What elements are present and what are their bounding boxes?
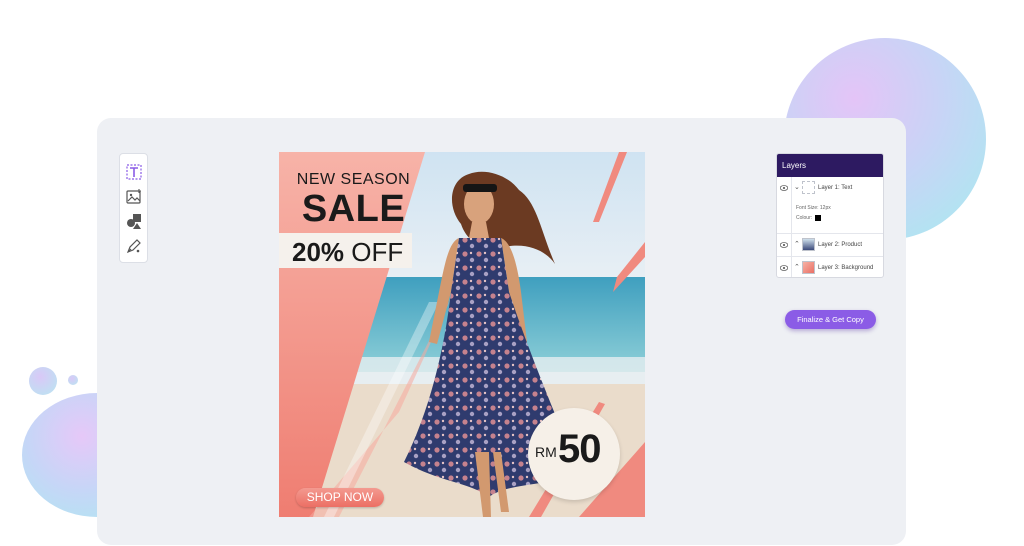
layer-row[interactable]: ⌄ Layer 1: Text Font Size: 12px Colour: [777, 177, 883, 234]
ad-design-canvas[interactable]: NEW SEASON SALE 20% OFF RM 50 SHOP NOW [279, 152, 645, 517]
ad-subtitle: NEW SEASON [296, 171, 411, 188]
discount-value: 20% [292, 237, 345, 267]
eye-icon[interactable] [780, 265, 788, 271]
layers-panel: Layers ⌄ Layer 1: Text Font Size: 12px C… [776, 153, 884, 278]
tool-bar [119, 153, 148, 263]
chevron-up-icon[interactable]: ⌃ [794, 240, 800, 248]
layers-panel-title: Layers [777, 154, 883, 177]
row-divider [791, 234, 792, 257]
layer-label: Layer 2: Product [818, 242, 863, 248]
colour-swatch[interactable] [815, 215, 821, 221]
shapes-tool-icon[interactable] [125, 212, 143, 230]
price-currency: RM [535, 444, 557, 460]
pen-tool-icon[interactable] [125, 237, 143, 255]
row-divider [791, 257, 792, 277]
colour-property: Colour: [796, 215, 813, 221]
row-divider [791, 177, 792, 234]
finalize-button[interactable]: Finalize & Get Copy [785, 310, 876, 329]
layer-label: Layer 1: Text [818, 185, 853, 191]
ad-headline: SALE [301, 188, 406, 230]
discount-word: OFF [351, 237, 404, 267]
chevron-down-icon[interactable]: ⌄ [794, 183, 800, 191]
image-tool-icon[interactable] [125, 188, 143, 206]
discount-text: 20% OFF [292, 237, 403, 268]
text-layer-thumbnail [802, 181, 815, 194]
background-layer-thumbnail [802, 261, 815, 274]
layer-row[interactable]: ⌃ Layer 3: Background [777, 257, 883, 277]
layer-label: Layer 3: Background [818, 265, 874, 271]
eye-icon[interactable] [780, 242, 788, 248]
eye-icon[interactable] [780, 185, 788, 191]
page: NEW SEASON SALE 20% OFF RM 50 SHOP NOW L… [0, 0, 1024, 546]
price-value: 50 [558, 427, 601, 471]
layer-row[interactable]: ⌃ Layer 2: Product [777, 234, 883, 257]
font-size-property: Font Size: 12px [796, 205, 831, 211]
decorative-dot [68, 375, 78, 385]
shop-now-button[interactable]: SHOP NOW [296, 488, 384, 507]
decorative-dot [29, 367, 57, 395]
chevron-up-icon[interactable]: ⌃ [794, 263, 800, 271]
product-layer-thumbnail [802, 238, 815, 251]
text-tool-icon[interactable] [125, 163, 143, 181]
